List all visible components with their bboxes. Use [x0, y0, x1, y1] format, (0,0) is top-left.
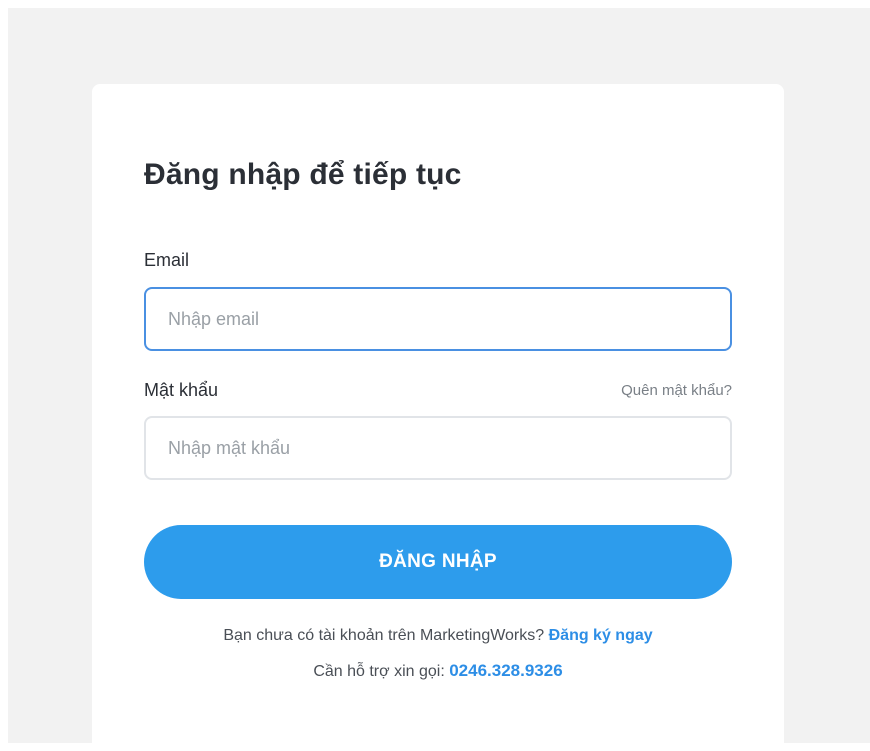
support-line: Cần hỗ trợ xin gọi: 0246.328.9326 — [92, 661, 784, 681]
forgot-password-link[interactable]: Quên mật khẩu? — [621, 382, 732, 399]
support-phone-number: 0246.328.9326 — [449, 661, 563, 680]
signup-prompt-line: Bạn chưa có tài khoản trên MarketingWork… — [92, 627, 784, 645]
password-label: Mật khẩu — [144, 380, 219, 400]
page-title: Đăng nhập để tiếp tục — [144, 158, 462, 191]
email-input[interactable] — [144, 287, 732, 351]
signup-prompt-text: Bạn chưa có tài khoản trên MarketingWork… — [223, 627, 545, 644]
login-button[interactable]: ĐĂNG NHẬP — [144, 525, 732, 599]
login-card: Đăng nhập để tiếp tục Email Mật khẩu Quê… — [92, 84, 784, 751]
email-label: Email — [144, 250, 190, 270]
signup-link[interactable]: Đăng ký ngay — [549, 627, 653, 644]
password-input[interactable] — [144, 416, 732, 480]
support-prompt-text: Cần hỗ trợ xin gọi: — [313, 663, 445, 680]
page-background: Đăng nhập để tiếp tục Email Mật khẩu Quê… — [8, 8, 870, 751]
